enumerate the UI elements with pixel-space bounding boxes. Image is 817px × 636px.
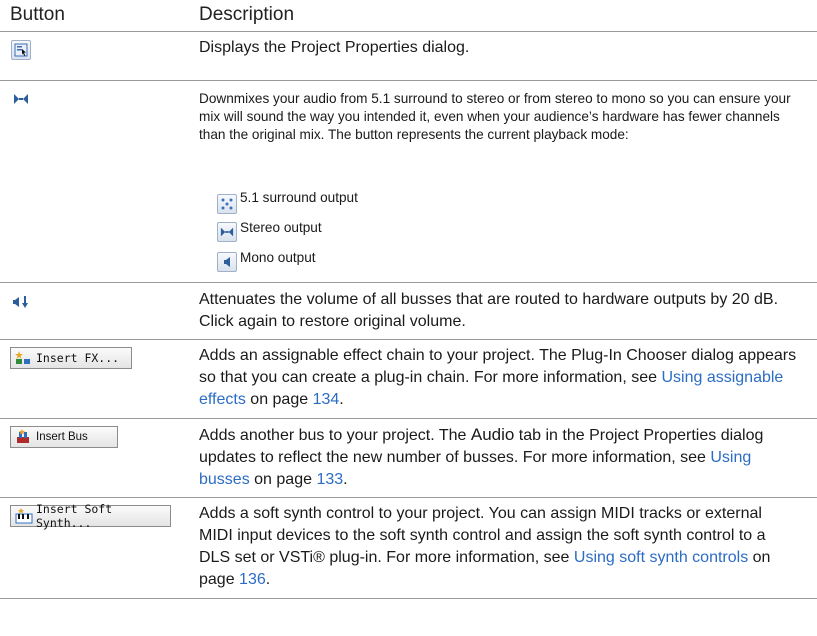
- insert-fx-label: Insert FX...: [36, 351, 120, 365]
- insert-bus-description: Adds another bus to your project. The Au…: [199, 425, 764, 488]
- link-using-soft-synth-controls[interactable]: Using soft synth controls: [574, 549, 748, 566]
- row-divider: [0, 598, 817, 599]
- project-properties-description: Displays the Project Properties dialog.: [199, 39, 470, 56]
- insert-soft-synth-label: Insert Soft Synth...: [36, 502, 113, 530]
- insert-soft-synth-icon: [15, 508, 33, 524]
- column-header-button: Button: [10, 4, 65, 25]
- link-page-133[interactable]: 133: [316, 471, 343, 488]
- surround-output-icon: [217, 194, 237, 214]
- link-page-134[interactable]: 134: [313, 391, 340, 408]
- downmix-description: Downmixes your audio from 5.1 surround t…: [199, 91, 791, 142]
- surround-output-label: 5.1 surround output: [240, 190, 358, 205]
- stereo-output-icon: [217, 222, 237, 242]
- insert-fx-icon: [15, 351, 30, 364]
- row-divider: [0, 339, 817, 340]
- stereo-output-label: Stereo output: [240, 220, 322, 235]
- row-divider: [0, 80, 817, 81]
- insert-fx-description: Adds an assignable effect chain to your …: [199, 347, 797, 408]
- insert-soft-synth-button[interactable]: Insert Soft Synth...: [10, 502, 171, 530]
- dim-output-icon[interactable]: [11, 292, 31, 312]
- column-header-description: Description: [199, 4, 295, 25]
- row-divider: [0, 282, 817, 283]
- insert-bus-button[interactable]: Insert Bus: [10, 426, 118, 448]
- insert-soft-synth-description: Adds a soft synth control to your projec…: [199, 505, 771, 588]
- downmix-icon[interactable]: [11, 89, 31, 109]
- mono-output-icon: [217, 252, 237, 272]
- link-page-136[interactable]: 136: [239, 571, 266, 588]
- dim-output-description: Attenuates the volume of all busses that…: [199, 291, 779, 330]
- mono-output-label: Mono output: [240, 250, 316, 265]
- insert-fx-button[interactable]: Insert FX...: [10, 347, 132, 369]
- audio-tab-name: Audio: [470, 425, 515, 444]
- row-divider: [0, 497, 817, 498]
- header-divider: [0, 31, 817, 32]
- row-divider: [0, 418, 817, 419]
- insert-bus-icon: [17, 429, 29, 443]
- insert-bus-label: Insert Bus: [36, 431, 88, 443]
- project-properties-icon[interactable]: [11, 40, 31, 60]
